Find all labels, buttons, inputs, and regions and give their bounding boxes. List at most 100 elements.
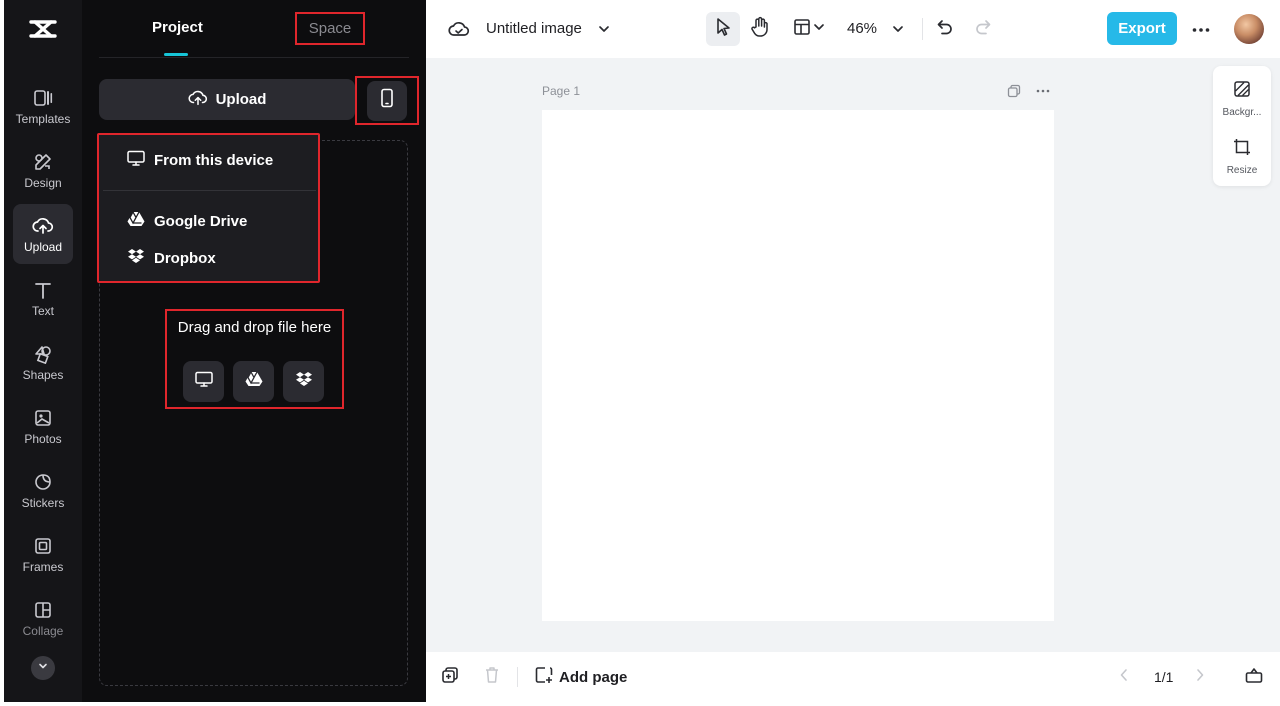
copy-page-button[interactable] bbox=[440, 666, 460, 689]
resize-tool-label: Resize bbox=[1226, 165, 1258, 176]
more-options-button[interactable] bbox=[1190, 18, 1212, 40]
google-drive-icon bbox=[127, 210, 145, 231]
layout-menu-button[interactable] bbox=[788, 17, 830, 41]
rail-more-button[interactable] bbox=[31, 656, 55, 680]
menu-item-dropbox[interactable]: Dropbox bbox=[127, 248, 216, 268]
tab-active-indicator bbox=[164, 53, 188, 56]
menu-item-from-device[interactable]: From this device bbox=[127, 150, 273, 170]
top-bar: Untitled image 46% Export bbox=[426, 0, 1280, 58]
undo-icon bbox=[936, 18, 954, 41]
delete-page-button[interactable] bbox=[482, 666, 502, 689]
collage-icon bbox=[32, 599, 54, 621]
text-icon bbox=[32, 279, 54, 301]
rail-label: Shapes bbox=[22, 367, 64, 382]
drop-dropbox-button[interactable] bbox=[283, 361, 324, 402]
rail-label: Photos bbox=[24, 431, 62, 446]
stickers-icon bbox=[32, 471, 54, 493]
tab-project[interactable]: Project bbox=[152, 18, 203, 38]
cloud-upload-icon bbox=[32, 215, 54, 237]
add-page-button[interactable]: Add page bbox=[535, 666, 627, 688]
rail-item-photos[interactable]: Photos bbox=[13, 396, 73, 456]
rail-label: Stickers bbox=[21, 495, 65, 510]
export-button[interactable]: Export bbox=[1107, 12, 1177, 45]
prev-page-button[interactable] bbox=[1116, 668, 1132, 687]
upload-source-menu: From this device Google Drive Dropbox bbox=[97, 133, 320, 283]
google-drive-icon bbox=[245, 370, 263, 392]
app: Templates Design Upload Text Shapes Phot… bbox=[0, 0, 1280, 706]
add-page-label: Add page bbox=[559, 668, 628, 686]
bottom-bar: Add page 1/1 bbox=[426, 652, 1280, 702]
undo-button[interactable] bbox=[934, 18, 956, 40]
tab-space[interactable]: Space bbox=[295, 12, 365, 45]
zoom-chevron-down-icon[interactable] bbox=[890, 20, 906, 38]
menu-item-label: Dropbox bbox=[154, 249, 216, 267]
dropbox-icon bbox=[127, 248, 145, 268]
tab-divider bbox=[99, 57, 409, 58]
canvas-page[interactable] bbox=[542, 110, 1054, 621]
user-avatar[interactable] bbox=[1234, 14, 1264, 44]
document-title[interactable]: Untitled image bbox=[486, 19, 582, 39]
background-tool-label: Backgr... bbox=[1222, 107, 1262, 118]
redo-icon bbox=[974, 18, 992, 41]
drag-drop-text: Drag and drop file here bbox=[177, 319, 332, 336]
rail-item-collage[interactable]: Collage bbox=[13, 588, 73, 648]
canvas-area: Page 1 Backgr... Resize bbox=[426, 58, 1280, 652]
shapes-icon bbox=[32, 343, 54, 365]
rail-item-design[interactable]: Design bbox=[13, 140, 73, 200]
hand-tool-button[interactable] bbox=[747, 16, 773, 42]
cursor-arrow-icon bbox=[714, 17, 732, 42]
left-rail: Templates Design Upload Text Shapes Phot… bbox=[4, 0, 82, 702]
chevron-right-icon bbox=[1195, 668, 1205, 687]
chevron-down-icon bbox=[812, 20, 826, 39]
drop-google-drive-button[interactable] bbox=[233, 361, 274, 402]
toolbar-divider bbox=[922, 18, 923, 40]
cloud-sync-icon[interactable] bbox=[448, 18, 470, 40]
add-page-icon bbox=[535, 666, 553, 688]
rail-label: Templates bbox=[15, 111, 71, 126]
rail-item-frames[interactable]: Frames bbox=[13, 524, 73, 584]
background-tool[interactable]: Backgr... bbox=[1213, 80, 1271, 118]
upload-panel: Project Space Upload From this device Go… bbox=[82, 0, 426, 702]
chevron-left-icon bbox=[1119, 668, 1129, 687]
capcut-logo-icon[interactable] bbox=[26, 14, 60, 44]
hand-icon bbox=[750, 16, 770, 43]
side-tools: Backgr... Resize bbox=[1213, 66, 1271, 186]
smartphone-icon bbox=[380, 88, 394, 113]
rail-label: Frames bbox=[22, 559, 64, 574]
dropbox-icon bbox=[295, 371, 313, 392]
rail-label: Upload bbox=[23, 239, 63, 254]
trash-icon bbox=[484, 666, 500, 689]
cloud-upload-icon bbox=[188, 89, 208, 111]
rail-item-templates[interactable]: Templates bbox=[13, 76, 73, 136]
drop-from-device-button[interactable] bbox=[183, 361, 224, 402]
rail-item-stickers[interactable]: Stickers bbox=[13, 460, 73, 520]
page-more-icon[interactable] bbox=[1034, 83, 1052, 99]
background-icon bbox=[1233, 80, 1251, 103]
resize-tool[interactable]: Resize bbox=[1213, 138, 1271, 176]
upload-button[interactable]: Upload bbox=[99, 79, 355, 120]
redo-button[interactable] bbox=[972, 18, 994, 40]
zoom-level[interactable]: 46% bbox=[847, 19, 877, 39]
page-label: Page 1 bbox=[542, 84, 581, 98]
select-tool-button[interactable] bbox=[706, 12, 740, 46]
menu-item-google-drive[interactable]: Google Drive bbox=[127, 210, 247, 231]
rail-label: Design bbox=[24, 175, 62, 190]
duplicate-page-icon[interactable] bbox=[1006, 83, 1022, 99]
upload-button-label: Upload bbox=[215, 91, 267, 108]
next-page-button[interactable] bbox=[1192, 668, 1208, 687]
rail-item-upload[interactable]: Upload bbox=[13, 204, 73, 264]
frames-icon bbox=[32, 535, 54, 557]
duplicate-icon bbox=[441, 666, 459, 689]
rail-item-text[interactable]: Text bbox=[13, 268, 73, 328]
rail-item-shapes[interactable]: Shapes bbox=[13, 332, 73, 392]
monitor-icon bbox=[194, 371, 213, 392]
rail-label: Text bbox=[31, 303, 54, 318]
monitor-icon bbox=[127, 150, 145, 170]
title-chevron-down-icon[interactable] bbox=[596, 20, 612, 38]
resize-icon bbox=[1233, 138, 1251, 161]
drag-drop-area[interactable]: Drag and drop file here bbox=[165, 309, 344, 409]
pages-panel-icon bbox=[1245, 667, 1263, 688]
expand-pages-button[interactable] bbox=[1244, 667, 1264, 687]
menu-divider bbox=[103, 190, 316, 191]
phone-upload-button[interactable] bbox=[367, 80, 407, 121]
